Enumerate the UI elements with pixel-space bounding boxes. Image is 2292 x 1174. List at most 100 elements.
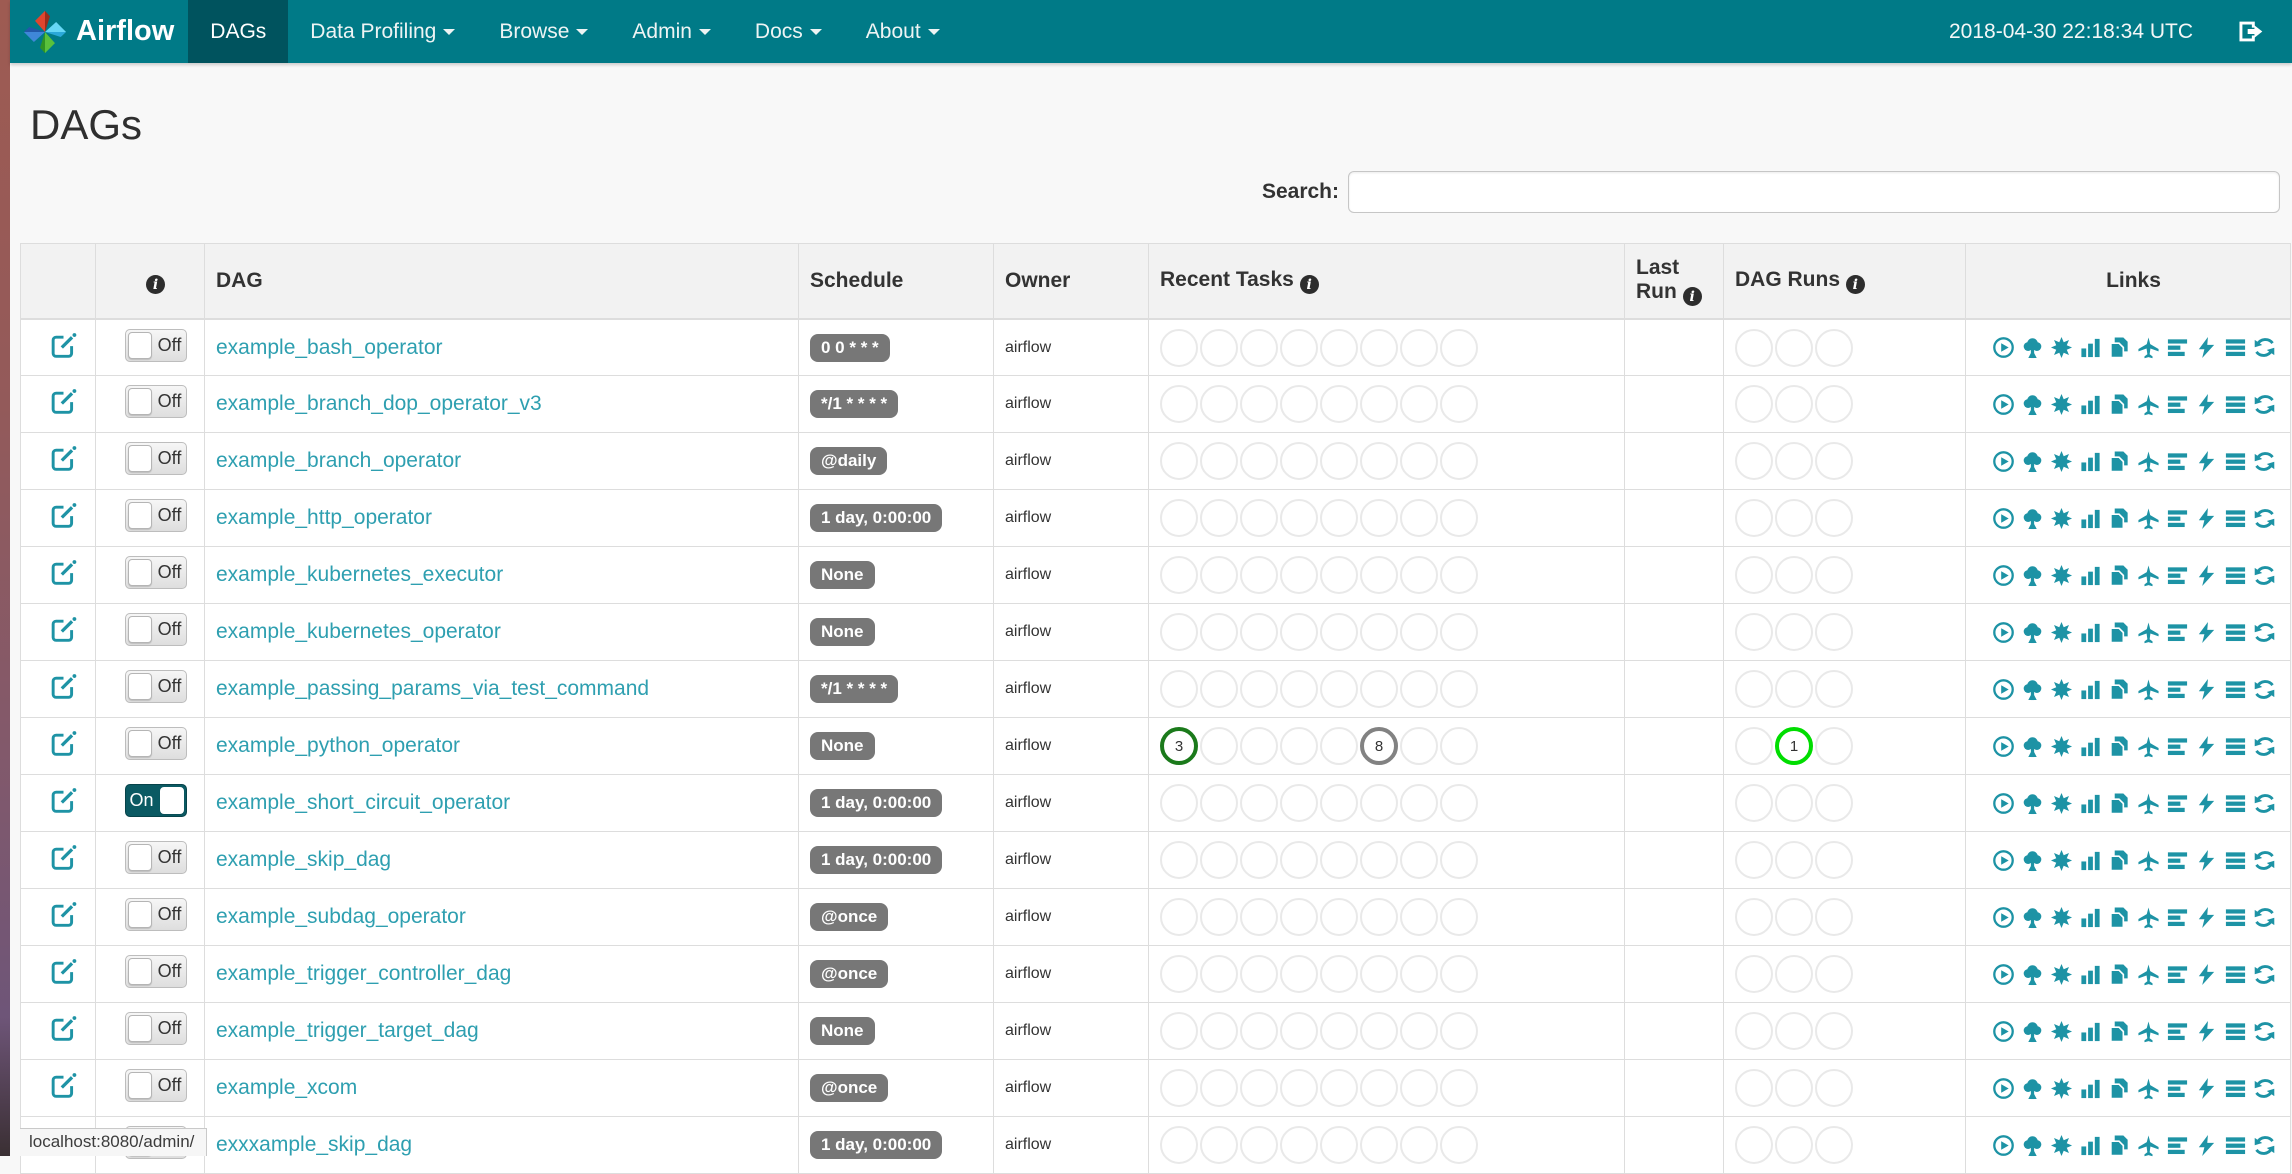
trigger-dag-icon[interactable] — [1992, 1020, 2015, 1043]
dag-pause-toggle[interactable]: Off — [124, 898, 187, 932]
landing-times-icon[interactable] — [2137, 678, 2160, 701]
graph-view-icon[interactable] — [2050, 393, 2073, 416]
dag-pause-toggle[interactable]: Off — [124, 955, 187, 989]
trigger-dag-icon[interactable] — [1992, 735, 2015, 758]
trigger-dag-icon[interactable] — [1992, 507, 2015, 530]
edit-dag-icon[interactable] — [50, 1015, 77, 1042]
task-tries-icon[interactable] — [2108, 564, 2131, 587]
code-view-icon[interactable] — [2195, 621, 2218, 644]
graph-view-icon[interactable] — [2050, 735, 2073, 758]
graph-view-icon[interactable] — [2050, 450, 2073, 473]
edit-dag-icon[interactable] — [50, 844, 77, 871]
nav-item-browse[interactable]: Browse — [477, 0, 610, 63]
landing-times-icon[interactable] — [2137, 906, 2160, 929]
landing-times-icon[interactable] — [2137, 792, 2160, 815]
graph-view-icon[interactable] — [2050, 963, 2073, 986]
code-view-icon[interactable] — [2195, 735, 2218, 758]
tree-view-icon[interactable] — [2021, 849, 2044, 872]
tree-view-icon[interactable] — [2021, 621, 2044, 644]
landing-times-icon[interactable] — [2137, 450, 2160, 473]
code-view-icon[interactable] — [2195, 336, 2218, 359]
graph-view-icon[interactable] — [2050, 849, 2073, 872]
trigger-dag-icon[interactable] — [1992, 564, 2015, 587]
log-view-icon[interactable] — [2224, 1020, 2247, 1043]
task-duration-icon[interactable] — [2079, 1020, 2102, 1043]
landing-times-icon[interactable] — [2137, 735, 2160, 758]
refresh-icon[interactable] — [2253, 906, 2276, 929]
dag-link[interactable]: example_passing_params_via_test_command — [216, 677, 649, 700]
task-duration-icon[interactable] — [2079, 963, 2102, 986]
gantt-view-icon[interactable] — [2166, 906, 2189, 929]
dag-link[interactable]: example_branch_dop_operator_v3 — [216, 392, 542, 415]
landing-times-icon[interactable] — [2137, 1077, 2160, 1100]
gantt-view-icon[interactable] — [2166, 621, 2189, 644]
edit-dag-icon[interactable] — [50, 502, 77, 529]
log-view-icon[interactable] — [2224, 963, 2247, 986]
dag-link[interactable]: example_branch_operator — [216, 449, 461, 472]
tree-view-icon[interactable] — [2021, 735, 2044, 758]
dag-pause-toggle[interactable]: On — [124, 784, 187, 818]
gantt-view-icon[interactable] — [2166, 564, 2189, 587]
tree-view-icon[interactable] — [2021, 564, 2044, 587]
task-tries-icon[interactable] — [2108, 507, 2131, 530]
refresh-icon[interactable] — [2253, 792, 2276, 815]
log-view-icon[interactable] — [2224, 1077, 2247, 1100]
tree-view-icon[interactable] — [2021, 336, 2044, 359]
task-tries-icon[interactable] — [2108, 1077, 2131, 1100]
log-view-icon[interactable] — [2224, 336, 2247, 359]
trigger-dag-icon[interactable] — [1992, 621, 2015, 644]
gantt-view-icon[interactable] — [2166, 735, 2189, 758]
code-view-icon[interactable] — [2195, 906, 2218, 929]
log-view-icon[interactable] — [2224, 564, 2247, 587]
logout-icon[interactable] — [2237, 18, 2264, 45]
nav-item-docs[interactable]: Docs — [733, 0, 844, 63]
task-tries-icon[interactable] — [2108, 849, 2131, 872]
gantt-view-icon[interactable] — [2166, 336, 2189, 359]
log-view-icon[interactable] — [2224, 792, 2247, 815]
landing-times-icon[interactable] — [2137, 963, 2160, 986]
landing-times-icon[interactable] — [2137, 564, 2160, 587]
log-view-icon[interactable] — [2224, 735, 2247, 758]
trigger-dag-icon[interactable] — [1992, 450, 2015, 473]
graph-view-icon[interactable] — [2050, 1134, 2073, 1157]
task-tries-icon[interactable] — [2108, 336, 2131, 359]
graph-view-icon[interactable] — [2050, 678, 2073, 701]
dag-pause-toggle[interactable]: Off — [124, 556, 187, 590]
dag-pause-toggle[interactable]: Off — [124, 1012, 187, 1046]
edit-dag-icon[interactable] — [50, 901, 77, 928]
log-view-icon[interactable] — [2224, 849, 2247, 872]
dag-link[interactable]: example_xcom — [216, 1076, 357, 1099]
code-view-icon[interactable] — [2195, 450, 2218, 473]
task-duration-icon[interactable] — [2079, 336, 2102, 359]
trigger-dag-icon[interactable] — [1992, 1077, 2015, 1100]
graph-view-icon[interactable] — [2050, 792, 2073, 815]
refresh-icon[interactable] — [2253, 507, 2276, 530]
dag-link[interactable]: example_trigger_target_dag — [216, 1019, 479, 1042]
refresh-icon[interactable] — [2253, 735, 2276, 758]
landing-times-icon[interactable] — [2137, 849, 2160, 872]
refresh-icon[interactable] — [2253, 963, 2276, 986]
dag-link[interactable]: example_subdag_operator — [216, 905, 466, 928]
edit-dag-icon[interactable] — [50, 616, 77, 643]
task-duration-icon[interactable] — [2079, 849, 2102, 872]
tree-view-icon[interactable] — [2021, 1077, 2044, 1100]
refresh-icon[interactable] — [2253, 564, 2276, 587]
task-duration-icon[interactable] — [2079, 1134, 2102, 1157]
code-view-icon[interactable] — [2195, 393, 2218, 416]
gantt-view-icon[interactable] — [2166, 792, 2189, 815]
refresh-icon[interactable] — [2253, 393, 2276, 416]
trigger-dag-icon[interactable] — [1992, 336, 2015, 359]
code-view-icon[interactable] — [2195, 564, 2218, 587]
landing-times-icon[interactable] — [2137, 621, 2160, 644]
refresh-icon[interactable] — [2253, 1020, 2276, 1043]
edit-dag-icon[interactable] — [50, 673, 77, 700]
refresh-icon[interactable] — [2253, 1134, 2276, 1157]
state-circle[interactable]: 3 — [1160, 727, 1198, 766]
refresh-icon[interactable] — [2253, 849, 2276, 872]
log-view-icon[interactable] — [2224, 450, 2247, 473]
task-tries-icon[interactable] — [2108, 963, 2131, 986]
dag-link[interactable]: example_python_operator — [216, 734, 460, 757]
gantt-view-icon[interactable] — [2166, 507, 2189, 530]
edit-dag-icon[interactable] — [50, 787, 77, 814]
tree-view-icon[interactable] — [2021, 393, 2044, 416]
